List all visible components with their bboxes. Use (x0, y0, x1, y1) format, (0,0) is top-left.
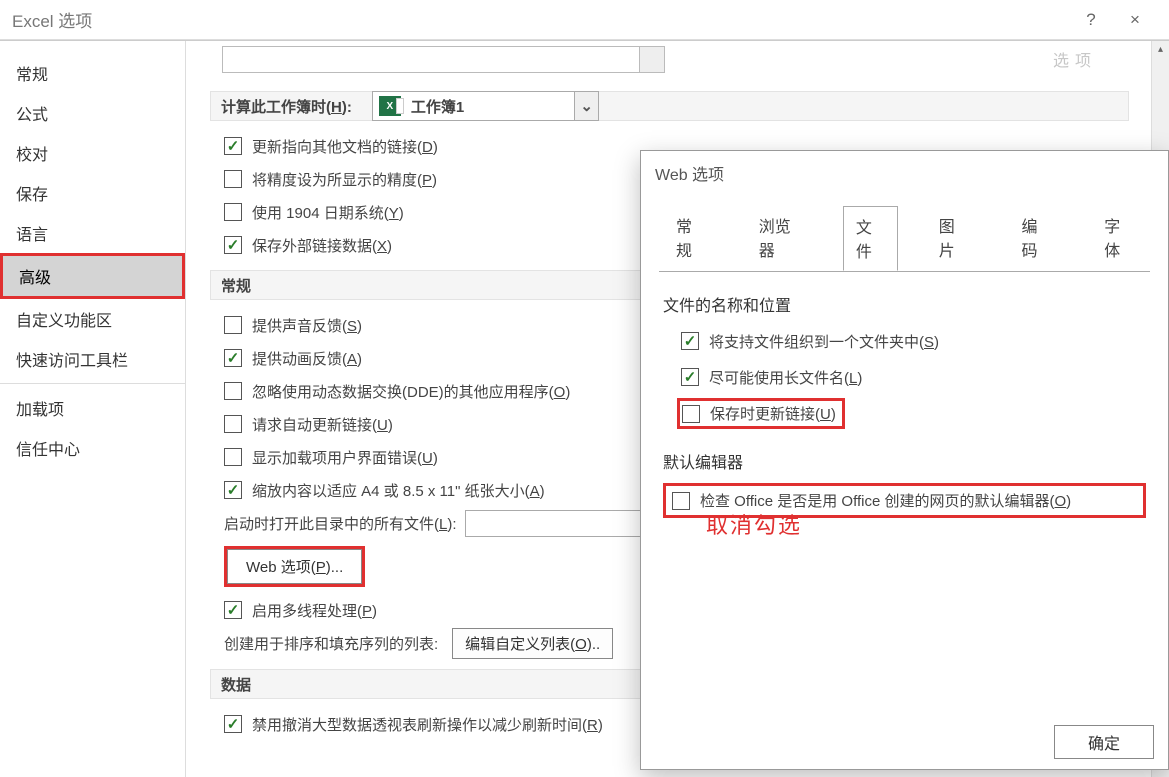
dialog-tab-encoding[interactable]: 编码 (1008, 205, 1063, 270)
web-options-button[interactable]: Web 选项(P)... (227, 549, 362, 584)
checkbox-default-editor[interactable] (672, 492, 690, 510)
close-icon[interactable]: × (1113, 10, 1157, 30)
ok-button[interactable]: 确定 (1054, 725, 1154, 759)
edit-custom-lists-button[interactable]: 编辑自定义列表(O).. (452, 628, 613, 659)
sidebar: 常规 公式 校对 保存 语言 高级 自定义功能区 快速访问工具栏 加载项 信任中… (0, 41, 186, 777)
checkbox-sound-feedback[interactable] (224, 316, 242, 334)
cutoff-dropdown-button[interactable] (639, 46, 665, 73)
checkbox-long-filenames[interactable] (681, 368, 699, 386)
checkbox-animation-feedback[interactable] (224, 349, 242, 367)
checkbox-precision[interactable] (224, 170, 242, 188)
sidebar-item-qat[interactable]: 快速访问工具栏 (0, 339, 185, 379)
sidebar-item-addins[interactable]: 加载项 (0, 388, 185, 428)
help-icon[interactable]: ? (1069, 10, 1113, 30)
group-default-editor: 默认编辑器 (663, 449, 1146, 473)
scroll-up-icon[interactable]: ▴ (1152, 41, 1169, 59)
checkbox-scale-a4[interactable] (224, 481, 242, 499)
checkbox-1904-date[interactable] (224, 203, 242, 221)
group-file-location: 文件的名称和位置 (663, 292, 1146, 316)
checkbox-addin-ui-errors[interactable] (224, 448, 242, 466)
sidebar-item-customize-ribbon[interactable]: 自定义功能区 (0, 299, 185, 339)
checkbox-save-ext-links[interactable] (224, 236, 242, 254)
dialog-title: Web 选项 (641, 151, 1168, 195)
dialog-tab-files[interactable]: 文件 (843, 206, 898, 271)
sidebar-item-advanced[interactable]: 高级 (3, 256, 182, 296)
section-calc-header: 计算此工作簿时(H): X 工作簿1 ⌄ (210, 91, 1129, 121)
web-options-dialog: Web 选项 常规 浏览器 文件 图片 编码 字体 文件的名称和位置 将支持文件… (640, 150, 1169, 770)
checkbox-update-links[interactable] (224, 137, 242, 155)
chevron-down-icon: ⌄ (574, 92, 598, 120)
checkbox-ignore-dde[interactable] (224, 382, 242, 400)
dialog-tabs: 常规 浏览器 文件 图片 编码 字体 (641, 205, 1168, 271)
sidebar-item-proofing[interactable]: 校对 (0, 133, 185, 173)
window-title: Excel 选项 (12, 7, 92, 32)
sidebar-item-general[interactable]: 常规 (0, 53, 185, 93)
checkbox-update-links-on-save[interactable] (682, 405, 700, 423)
checkbox-auto-update-links[interactable] (224, 415, 242, 433)
checkbox-multithread[interactable] (224, 601, 242, 619)
dialog-tab-fonts[interactable]: 字体 (1091, 205, 1146, 270)
workbook-dropdown[interactable]: X 工作簿1 ⌄ (372, 91, 599, 121)
checkbox-organize-folder[interactable] (681, 332, 699, 350)
sidebar-item-formulas[interactable]: 公式 (0, 93, 185, 133)
sidebar-item-language[interactable]: 语言 (0, 213, 185, 253)
startup-dir-label: 启动时打开此目录中的所有文件(L): (224, 513, 457, 534)
sidebar-item-save[interactable]: 保存 (0, 173, 185, 213)
excel-icon: X (379, 96, 401, 116)
ghost-button: 选项 (1015, 47, 1135, 71)
titlebar: Excel 选项 ? × (0, 0, 1169, 40)
sort-label: 创建用于排序和填充序列的列表: (224, 633, 438, 654)
sidebar-item-trust-center[interactable]: 信任中心 (0, 428, 185, 468)
dialog-tab-browsers[interactable]: 浏览器 (746, 205, 815, 270)
dialog-tab-pictures[interactable]: 图片 (926, 205, 981, 270)
checkbox-disable-undo-pivot[interactable] (224, 715, 242, 733)
dialog-tab-general[interactable]: 常规 (663, 205, 718, 270)
cutoff-input[interactable] (222, 46, 640, 73)
